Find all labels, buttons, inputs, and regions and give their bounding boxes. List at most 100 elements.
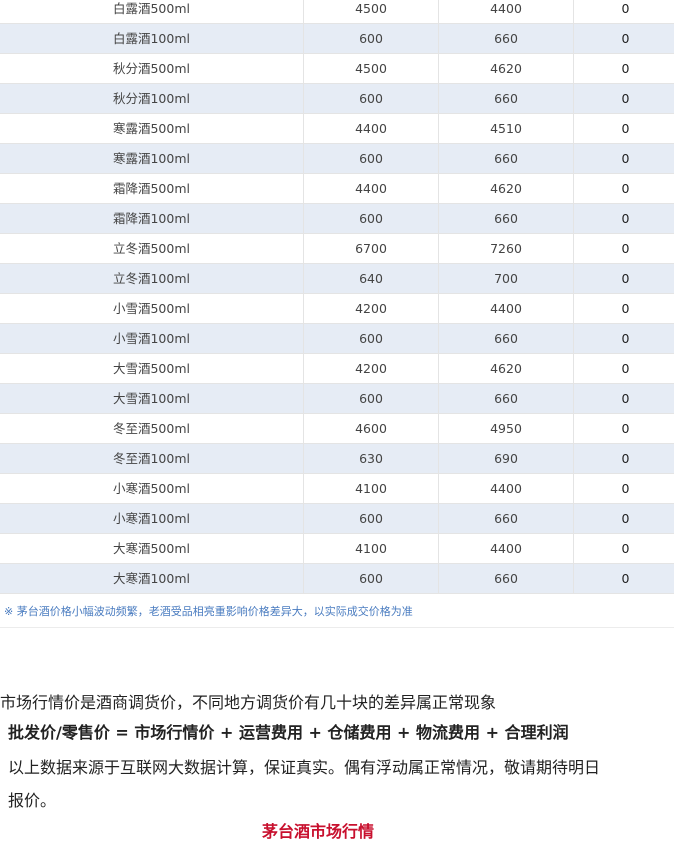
price-cell: 600 [304,24,439,54]
product-name-cell: 立冬酒100ml [0,264,304,294]
market-price-paragraph: 市场行情价是酒商调货价，不同地方调货价有几十块的差异属正常现象 [0,691,496,715]
change-cell: 0 [574,204,674,234]
price-cell: 4400 [439,294,574,324]
change-cell: 0 [574,354,674,384]
change-cell: 0 [574,414,674,444]
price-cell: 4400 [304,114,439,144]
price-cell: 600 [304,204,439,234]
product-name-cell: 秋分酒100ml [0,84,304,114]
price-cell: 600 [304,564,439,594]
product-name-cell: 立冬酒500ml [0,234,304,264]
table-row: 霜降酒500ml440046200 [0,174,674,204]
product-name-cell: 大雪酒500ml [0,354,304,384]
price-cell: 600 [304,324,439,354]
price-cell: 660 [439,204,574,234]
price-cell: 4400 [439,474,574,504]
price-cell: 4950 [439,414,574,444]
change-cell: 0 [574,384,674,414]
change-cell: 0 [574,114,674,144]
change-cell: 0 [574,474,674,504]
table-row: 寒露酒100ml6006600 [0,144,674,174]
price-cell: 4400 [304,174,439,204]
change-cell: 0 [574,54,674,84]
product-name-cell: 冬至酒500ml [0,414,304,444]
change-cell: 0 [574,234,674,264]
table-row: 秋分酒100ml6006600 [0,84,674,114]
price-cell: 4620 [439,174,574,204]
price-cell: 4500 [304,0,439,24]
product-name-cell: 秋分酒500ml [0,54,304,84]
table-row: 立冬酒500ml670072600 [0,234,674,264]
price-cell: 660 [439,564,574,594]
product-name-cell: 白露酒500ml [0,0,304,24]
change-cell: 0 [574,564,674,594]
change-cell: 0 [574,84,674,114]
table-row: 小雪酒100ml6006600 [0,324,674,354]
table-row: 大雪酒100ml6006600 [0,384,674,414]
change-cell: 0 [574,0,674,24]
product-name-cell: 霜降酒500ml [0,174,304,204]
product-name-cell: 大寒酒500ml [0,534,304,564]
change-cell: 0 [574,534,674,564]
change-cell: 0 [574,174,674,204]
price-cell: 660 [439,84,574,114]
price-cell: 660 [439,324,574,354]
price-cell: 4200 [304,294,439,324]
price-cell: 4600 [304,414,439,444]
change-cell: 0 [574,264,674,294]
price-cell: 600 [304,504,439,534]
price-cell: 640 [304,264,439,294]
table-row: 小雪酒500ml420044000 [0,294,674,324]
price-cell: 4100 [304,534,439,564]
price-cell: 660 [439,504,574,534]
change-cell: 0 [574,504,674,534]
divider [0,627,674,628]
table-row: 小寒酒500ml410044000 [0,474,674,504]
price-cell: 4200 [304,354,439,384]
table-row: 小寒酒100ml6006600 [0,504,674,534]
product-name-cell: 白露酒100ml [0,24,304,54]
price-cell: 4510 [439,114,574,144]
product-name-cell: 大寒酒100ml [0,564,304,594]
price-cell: 700 [439,264,574,294]
price-cell: 7260 [439,234,574,264]
price-cell: 6700 [304,234,439,264]
table-row: 立冬酒100ml6407000 [0,264,674,294]
price-table: 白露酒500ml450044000白露酒100ml6006600秋分酒500ml… [0,0,674,594]
table-row: 寒露酒500ml440045100 [0,114,674,144]
table-row: 冬至酒100ml6306900 [0,444,674,474]
price-cell: 660 [439,144,574,174]
price-table-body: 白露酒500ml450044000白露酒100ml6006600秋分酒500ml… [0,0,674,594]
table-row: 秋分酒500ml450046200 [0,54,674,84]
product-name-cell: 小雪酒100ml [0,324,304,354]
price-note: ※ 茅台酒价格小幅波动频繁，老酒受品相亮重影响价格差异大，以实际成交价格为准 [4,603,413,619]
price-cell: 630 [304,444,439,474]
price-cell: 4400 [439,0,574,24]
table-row: 冬至酒500ml460049500 [0,414,674,444]
change-cell: 0 [574,444,674,474]
product-name-cell: 霜降酒100ml [0,204,304,234]
price-cell: 4400 [439,534,574,564]
price-cell: 660 [439,24,574,54]
change-cell: 0 [574,294,674,324]
product-name-cell: 大雪酒100ml [0,384,304,414]
product-name-cell: 小寒酒500ml [0,474,304,504]
section-title: 茅台酒市场行情 [262,818,374,842]
data-source-paragraph-end: 报价。 [8,789,56,813]
table-row: 大雪酒500ml420046200 [0,354,674,384]
table-row: 白露酒100ml6006600 [0,24,674,54]
price-cell: 4620 [439,54,574,84]
price-cell: 660 [439,384,574,414]
change-cell: 0 [574,324,674,354]
table-row: 霜降酒100ml6006600 [0,204,674,234]
price-cell: 600 [304,84,439,114]
table-row: 大寒酒100ml6006600 [0,564,674,594]
price-formula: 批发价/零售价 = 市场行情价 + 运营费用 + 仓储费用 + 物流费用 + 合… [8,721,569,745]
price-cell: 4620 [439,354,574,384]
change-cell: 0 [574,144,674,174]
product-name-cell: 小寒酒100ml [0,504,304,534]
change-cell: 0 [574,24,674,54]
table-row: 白露酒500ml450044000 [0,0,674,24]
price-cell: 600 [304,144,439,174]
product-name-cell: 冬至酒100ml [0,444,304,474]
